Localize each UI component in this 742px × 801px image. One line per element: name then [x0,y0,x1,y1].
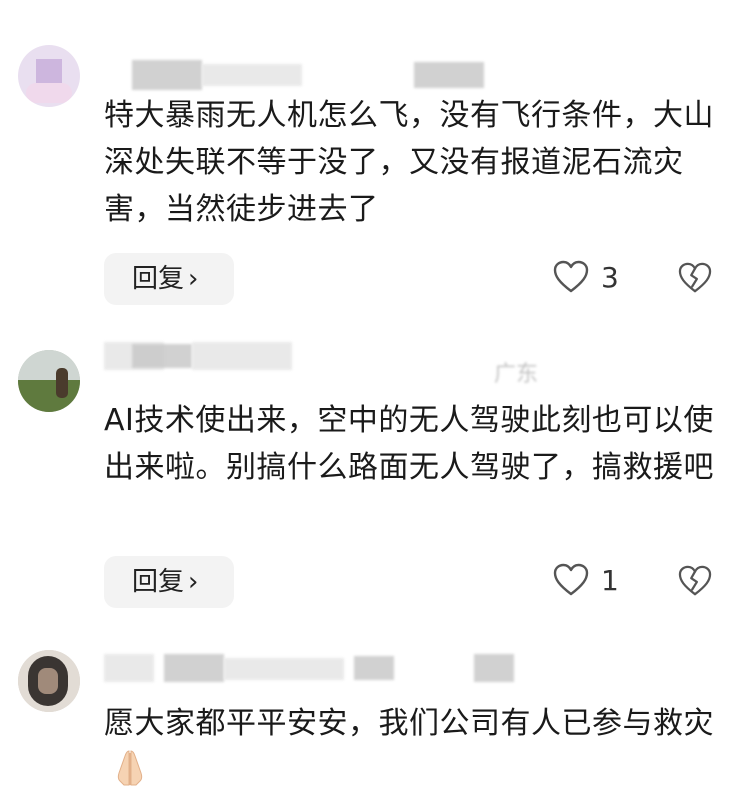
avatar[interactable] [18,650,80,712]
dislike-button[interactable] [678,262,712,296]
comment-meta [104,652,524,692]
broken-heart-icon [678,262,712,293]
chevron-right-icon: › [188,567,199,597]
heart-outline-icon [553,260,589,293]
dislike-button[interactable] [678,565,712,599]
like-button[interactable]: 1 [553,561,643,601]
blurred-username [164,654,224,682]
like-count: 3 [601,261,619,294]
comment-text-body: 愿大家都平平安安，我们公司有人已参与救灾 [104,706,714,741]
like-button[interactable]: 3 [553,258,643,298]
comment-meta: 广东 [104,340,584,387]
reply-label: 回复 [132,567,185,597]
reply-button[interactable]: 回复 › [104,556,234,608]
blurred-username [104,654,154,682]
avatar[interactable] [18,45,80,107]
blurred-location [414,62,484,88]
folded-hands-icon [110,747,150,787]
blurred-username [132,60,202,90]
reply-label: 回复 [132,264,185,294]
broken-heart-icon [678,565,712,596]
blurred-location [474,654,514,682]
heart-outline-icon [553,563,589,596]
blurred-username [132,344,192,368]
comment-text: AI技术使出来，空中的无人驾驶此刻也可以使出来啦。别搞什么路面无人驾驶了，搞救援… [104,403,714,485]
blurred-username [224,658,344,680]
blurred-username [202,64,302,86]
comment-text: 特大暴雨无人机怎么飞，没有飞行条件，大山深处失联不等于没了，又没有报道泥石流灾害… [104,98,714,227]
blurred-username [354,656,394,680]
reply-button[interactable]: 回复 › [104,253,234,305]
comment-text: 愿大家都平平安安，我们公司有人已参与救灾 [104,700,724,795]
location-text: 广东 [494,362,539,387]
like-count: 1 [601,564,619,597]
avatar[interactable] [18,350,80,412]
blurred-username [192,342,292,370]
chevron-right-icon: › [188,264,199,294]
